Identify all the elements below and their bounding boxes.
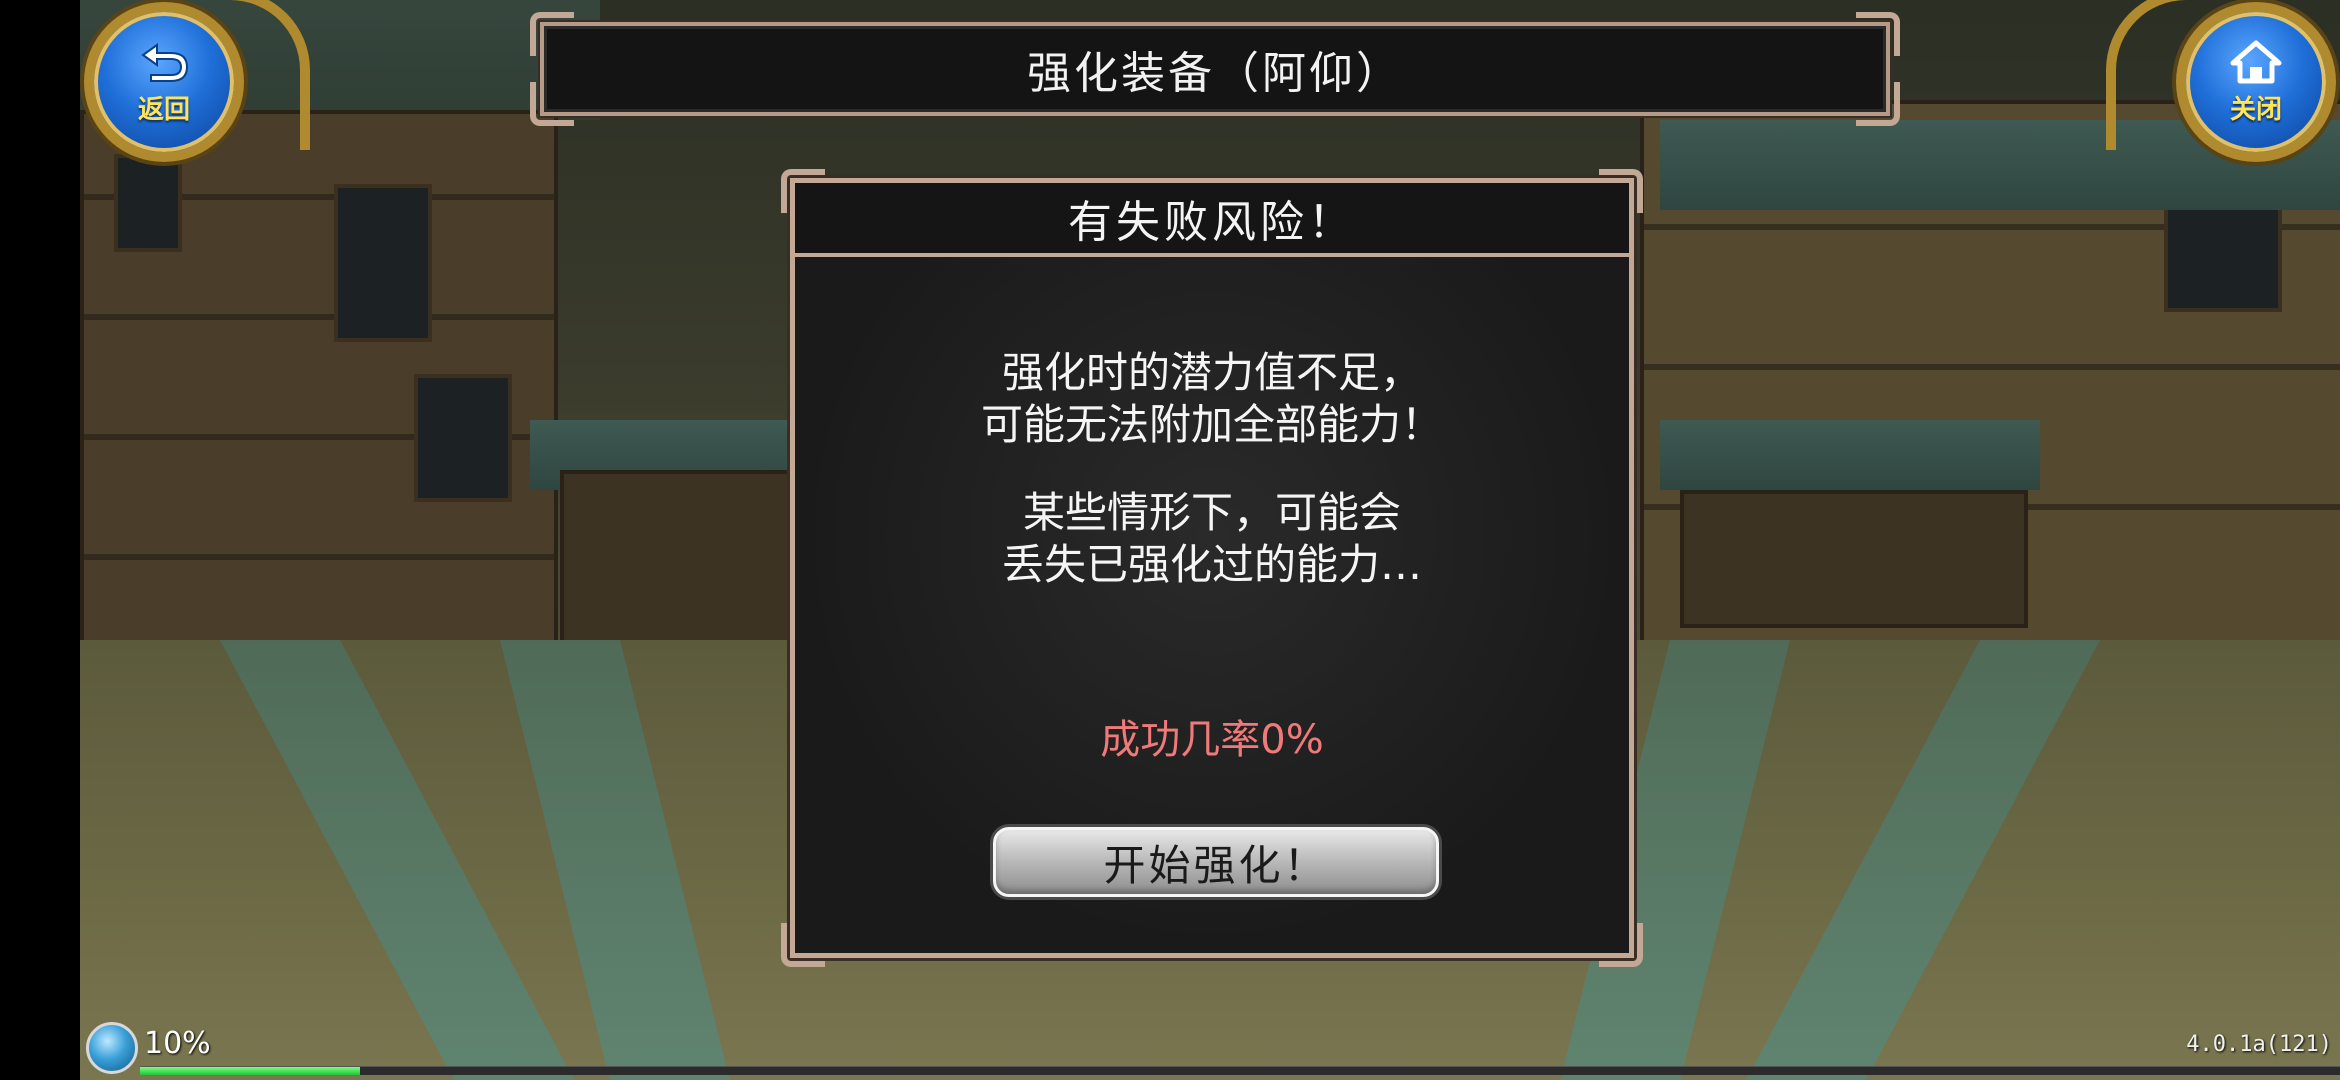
corner-ornament [530,82,574,126]
page-title: 强化装备（阿仰） [1027,48,1403,99]
home-icon [2230,40,2282,83]
building-left [80,110,558,678]
version-label: 4.0.1a(121) [2186,1032,2332,1057]
back-arrow-icon [141,42,189,82]
message-line: 强化时的潜力值不足， [1001,348,1422,397]
message-line: 可能无法附加全部能力！ [980,400,1443,449]
close-button-label: 关闭 [2229,94,2282,125]
shop-right [1680,490,2028,628]
back-button[interactable]: 返回 [84,2,244,162]
progress-bar [140,1066,2340,1075]
window [414,374,512,502]
warning-message-potential: 强化时的潜力值不足， 可能无法附加全部能力！ [795,347,1629,451]
game-screen: 强化装备（阿仰） 返回 关闭 有失败风险！ 强化时的潜力值不足， 可能无法附加全… [0,0,2340,1080]
dialog-title: 有失败风险！ [1068,197,1356,248]
awning-right [1660,420,2040,490]
success-rate-text: 成功几率0% [1100,717,1324,763]
progress-percent: 10% [144,1026,211,1061]
warning-message-loss: 某些情形下，可能会 丢失已强化过的能力… [795,487,1629,591]
shop-left [560,470,808,648]
message-line: 丢失已强化过的能力… [1001,540,1422,589]
start-enhance-label: 开始强化！ [1103,840,1329,890]
letterbox-bar [0,0,80,1080]
failure-risk-dialog: 有失败风险！ 强化时的潜力值不足， 可能无法附加全部能力！ 某些情形下，可能会 … [781,169,1643,967]
dialog-body: 强化时的潜力值不足， 可能无法附加全部能力！ 某些情形下，可能会 丢失已强化过的… [795,257,1629,953]
window [114,154,182,252]
back-button-label: 返回 [137,94,190,125]
window [334,184,432,342]
corner-ornament [1856,82,1900,126]
title-bar: 强化装备（阿仰） [530,12,1900,126]
corner-ornament [530,12,574,56]
message-line: 某些情形下，可能会 [1022,488,1401,537]
dialog-header: 有失败风险！ [795,183,1629,257]
corner-ornament [1856,12,1900,56]
close-button[interactable]: 关闭 [2176,2,2336,162]
orb-icon [86,1022,138,1074]
progress-fill [140,1067,360,1075]
start-enhance-button[interactable]: 开始强化！ [993,827,1439,897]
